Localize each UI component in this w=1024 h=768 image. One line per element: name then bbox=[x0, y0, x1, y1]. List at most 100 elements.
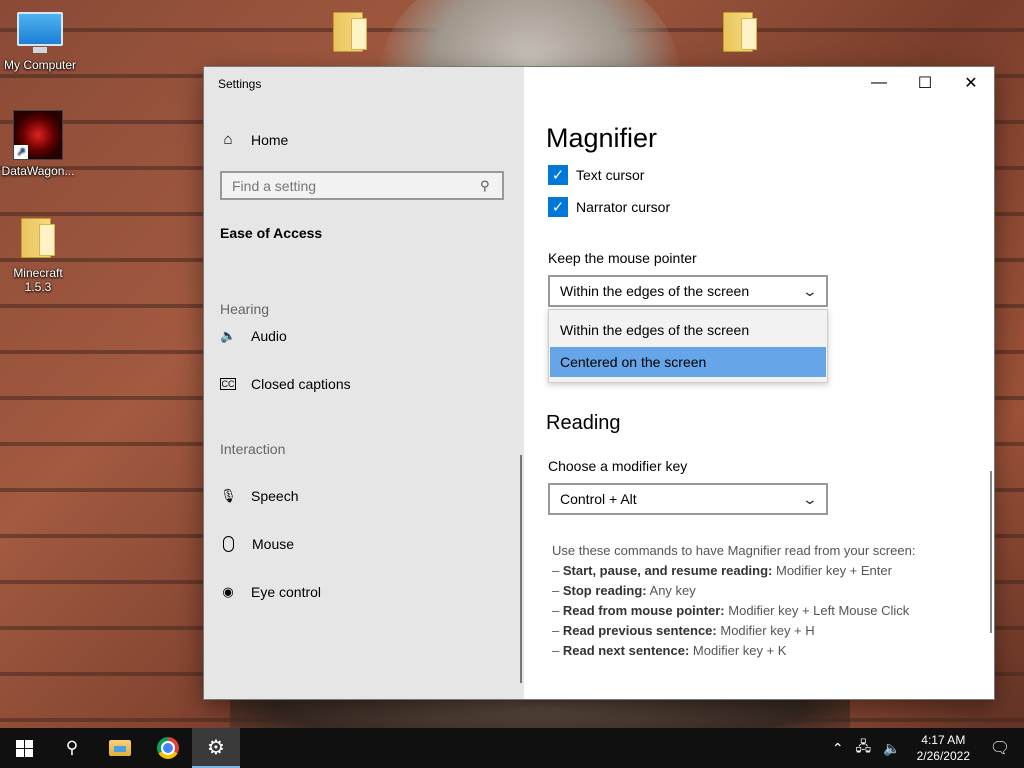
command-name: Start, pause, and resume reading: bbox=[562, 563, 773, 578]
mouse-pointer-dropdown[interactable]: Within the edges of the screen ⌄ bbox=[548, 275, 828, 307]
chevron-down-icon: ⌄ bbox=[801, 282, 819, 299]
network-icon[interactable]: 🖧 bbox=[856, 736, 872, 760]
taskbar-chrome[interactable] bbox=[144, 728, 192, 768]
help-line: – Read previous sentence: Modifier key +… bbox=[552, 623, 815, 638]
reading-section-title: Reading bbox=[546, 412, 621, 434]
taskbar: ⚲ ⚙ ⌃ 🖧 🔈 4:17 AM 2/26/2022 🗨 bbox=[0, 728, 1024, 768]
dropdown-option-within-edges[interactable]: Within the edges of the screen bbox=[550, 315, 826, 345]
desktop-icon-minecraft[interactable]: Minecraft 1.5.3 bbox=[0, 218, 76, 294]
chevron-down-icon: ⌄ bbox=[801, 490, 819, 507]
nav-section-hearing: Hearing bbox=[220, 301, 270, 317]
minimize-button[interactable]: — bbox=[856, 67, 902, 99]
mouse-icon bbox=[223, 536, 234, 552]
help-line: – Start, pause, and resume reading: Modi… bbox=[552, 563, 892, 578]
desktop-icon-label: DataWagon... bbox=[1, 164, 75, 178]
command-name: Read previous sentence: bbox=[562, 623, 717, 638]
modifier-key-label: Choose a modifier key bbox=[548, 458, 688, 474]
desktop-folder-1[interactable] bbox=[310, 12, 386, 55]
action-center-button[interactable]: 🗨 bbox=[976, 728, 1024, 768]
nav-item-label: Eye control bbox=[251, 584, 322, 600]
checkbox-label: Narrator cursor bbox=[576, 199, 671, 215]
nav-item-audio[interactable]: 🔈 Audio bbox=[220, 328, 287, 344]
modifier-key-dropdown[interactable]: Control + Alt ⌄ bbox=[548, 483, 828, 515]
gear-icon: ⚙ bbox=[207, 736, 225, 759]
search-icon[interactable]: ⚲ bbox=[480, 178, 502, 194]
nav-item-eye-control[interactable]: ◉ Eye control bbox=[220, 584, 321, 600]
folder-icon bbox=[21, 218, 55, 258]
start-button[interactable] bbox=[0, 728, 48, 768]
clock-date: 2/26/2022 bbox=[916, 749, 970, 763]
search-input[interactable] bbox=[222, 176, 480, 195]
folder-icon bbox=[333, 12, 367, 52]
settings-nav-pane: Settings ⌂ Home ⚲ Ease of Access Hearing… bbox=[204, 67, 524, 699]
checkbox-text-cursor[interactable]: ✓ Text cursor bbox=[548, 165, 644, 185]
eye-control-icon: ◉ bbox=[222, 584, 234, 599]
file-explorer-icon bbox=[109, 740, 131, 756]
nav-item-label: Closed captions bbox=[251, 376, 351, 392]
nav-scrollbar[interactable] bbox=[520, 455, 522, 683]
desktop-icon-datawagon[interactable]: ↗ DataWagon... bbox=[0, 110, 76, 178]
nav-home-label: Home bbox=[251, 131, 289, 148]
notification-icon: 🗨 bbox=[989, 740, 1011, 757]
desktop-icon-label: My Computer bbox=[3, 58, 77, 72]
nav-item-speech[interactable]: 🎙 Speech bbox=[220, 488, 298, 504]
desktop-folder-2[interactable] bbox=[700, 12, 776, 55]
nav-section-interaction: Interaction bbox=[220, 441, 286, 457]
help-line: – Read from mouse pointer: Modifier key … bbox=[552, 603, 910, 618]
settings-window: Settings ⌂ Home ⚲ Ease of Access Hearing… bbox=[204, 67, 994, 699]
nav-item-label: Speech bbox=[251, 488, 299, 504]
checkbox-narrator-cursor[interactable]: ✓ Narrator cursor bbox=[548, 197, 670, 217]
chrome-icon bbox=[157, 737, 179, 759]
dropdown-value: Control + Alt bbox=[560, 491, 637, 507]
nav-item-mouse[interactable]: Mouse bbox=[220, 536, 294, 552]
reading-commands-help: Use these commands to have Magnifier rea… bbox=[552, 541, 915, 661]
taskbar-settings[interactable]: ⚙ bbox=[192, 728, 240, 768]
shortcut-arrow-icon: ↗ bbox=[14, 145, 28, 159]
volume-icon[interactable]: 🔈 bbox=[883, 740, 900, 757]
nav-home[interactable]: ⌂ Home bbox=[220, 131, 288, 148]
command-name: Stop reading: bbox=[562, 583, 647, 598]
settings-search-box[interactable]: ⚲ bbox=[220, 171, 504, 200]
help-intro: Use these commands to have Magnifier rea… bbox=[552, 543, 916, 558]
checkmark-icon: ✓ bbox=[548, 197, 568, 217]
chevron-up-icon[interactable]: ⌃ bbox=[832, 740, 844, 757]
folder-icon bbox=[723, 12, 757, 52]
system-tray: ⌃ 🖧 🔈 4:17 AM 2/26/2022 bbox=[826, 728, 976, 768]
desktop-icon-my-computer[interactable]: My Computer bbox=[2, 12, 78, 72]
close-button[interactable]: ✕ bbox=[948, 67, 994, 99]
content-scrollbar[interactable] bbox=[990, 471, 992, 633]
clock-time: 4:17 AM bbox=[921, 733, 966, 747]
page-title: Magnifier bbox=[546, 123, 658, 153]
windows-logo-icon bbox=[15, 739, 33, 757]
command-name: Read from mouse pointer: bbox=[562, 603, 725, 618]
search-icon: ⚲ bbox=[65, 738, 79, 757]
command-keys: Any key bbox=[649, 583, 696, 598]
command-keys: Modifier key + H bbox=[720, 623, 815, 638]
command-name: Read next sentence: bbox=[562, 643, 690, 658]
taskbar-file-explorer[interactable] bbox=[96, 728, 144, 768]
speaker-icon: 🔈 bbox=[220, 328, 237, 343]
taskbar-search-button[interactable]: ⚲ bbox=[48, 728, 96, 768]
computer-icon bbox=[17, 12, 63, 53]
closed-captions-icon: CC bbox=[220, 378, 236, 390]
mouse-pointer-label: Keep the mouse pointer bbox=[548, 250, 697, 266]
command-keys: Modifier key + Left Mouse Click bbox=[728, 603, 910, 618]
dropdown-value: Within the edges of the screen bbox=[560, 283, 750, 299]
nav-item-label: Mouse bbox=[252, 536, 295, 552]
help-line: – Read next sentence: Modifier key + K bbox=[552, 643, 787, 658]
desktop-icon-label: Minecraft 1.5.3 bbox=[13, 266, 63, 294]
nav-category: Ease of Access bbox=[220, 225, 323, 241]
nav-item-closed-captions[interactable]: CC Closed captions bbox=[220, 376, 351, 392]
mouse-pointer-options-list: Within the edges of the screen Centered … bbox=[548, 309, 828, 383]
window-title: Settings bbox=[218, 77, 262, 91]
microphone-icon: 🎙 bbox=[220, 488, 237, 503]
settings-content-pane: — ☐ ✕ Magnifier ✓ Text cursor ✓ Narrator… bbox=[524, 67, 994, 699]
nav-item-label: Audio bbox=[251, 328, 287, 344]
home-icon: ⌂ bbox=[223, 131, 233, 148]
datawagon-app-icon: ↗ bbox=[13, 110, 63, 160]
dropdown-option-centered[interactable]: Centered on the screen bbox=[550, 347, 826, 377]
maximize-button[interactable]: ☐ bbox=[902, 67, 948, 99]
clock[interactable]: 4:17 AM 2/26/2022 bbox=[917, 732, 970, 764]
checkmark-icon: ✓ bbox=[548, 165, 568, 185]
command-keys: Modifier key + K bbox=[692, 643, 787, 658]
